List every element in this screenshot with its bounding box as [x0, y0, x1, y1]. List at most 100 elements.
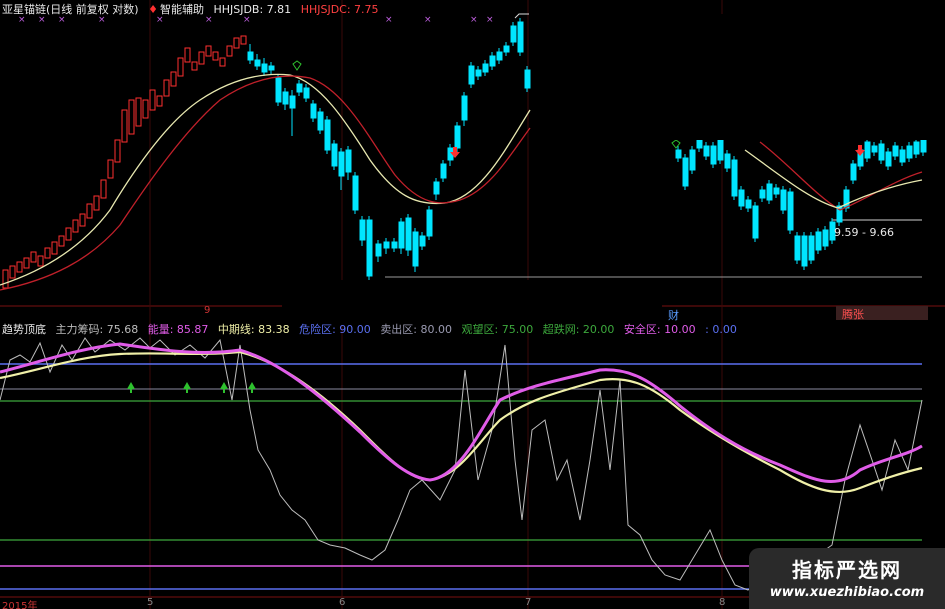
candle-body [9, 265, 16, 279]
candle-body [240, 35, 247, 45]
candle-body [517, 21, 524, 53]
candle-body [913, 141, 920, 155]
candle-body [780, 189, 787, 211]
candle-body [149, 89, 156, 111]
candle-body [93, 195, 100, 211]
candle-body [310, 103, 317, 119]
x-axis-label: 6 [339, 597, 346, 608]
x-marker: × [486, 15, 494, 25]
candle-body [114, 139, 121, 163]
candle-body [254, 59, 261, 67]
hhjsjdb-value: HHJSJDB: 7.81 [213, 3, 292, 16]
energy-value: 能量: 85.87 [147, 323, 209, 336]
redacted-area [534, 14, 945, 140]
x-axis-label: 8 [719, 597, 726, 608]
candle-body [412, 231, 419, 267]
candle-body [703, 145, 710, 157]
candle-body [503, 45, 510, 53]
candle-body [212, 51, 219, 61]
candle-body [433, 181, 440, 195]
candle-body [289, 95, 296, 109]
watermark-url: www.xuezhibiao.com [769, 585, 925, 600]
candle-body [163, 79, 170, 97]
candle-body [44, 247, 51, 259]
x-axis-label: 9 [204, 305, 211, 316]
candle-body [58, 235, 65, 247]
candle-body [366, 219, 373, 277]
x-axis-label: 7 [525, 597, 532, 608]
candle-body [170, 71, 177, 87]
candle-body [878, 143, 885, 161]
x-marker: × [424, 15, 432, 25]
candle-body [383, 241, 390, 249]
candle-body [261, 63, 268, 73]
candle-body [121, 109, 128, 143]
diamond-icon: ♦ [148, 3, 158, 16]
peak-marker-icon [292, 60, 302, 71]
price-range-label: 9.59 - 9.66 [834, 226, 894, 239]
main-chips-value: 主力筹码: 75.68 [55, 323, 139, 336]
candle-body [419, 235, 426, 247]
candle-body [23, 257, 30, 269]
chart-period: (日线 前复权 对数) [46, 3, 139, 16]
candle-body [773, 187, 780, 195]
candle-body [461, 95, 468, 121]
mid-trend-value: 中期线: 83.38 [217, 323, 290, 336]
high-price-marker [514, 13, 529, 19]
candle-body [128, 99, 135, 135]
candle-body [296, 83, 303, 93]
x-marker: × [470, 15, 478, 25]
candle-body [191, 61, 198, 71]
candle-body [282, 91, 289, 105]
oversold-zone-value: 超跌网: 20.00 [542, 323, 615, 336]
watermark-title: 指标严选网 [792, 558, 902, 582]
candle-body [689, 149, 696, 171]
candle-body [184, 47, 191, 63]
candle-body [142, 99, 149, 119]
candle-body [219, 57, 226, 67]
candle-body [398, 221, 405, 249]
candle-body [710, 145, 717, 165]
candle-body [233, 37, 240, 49]
oscillator-panel-header: 趋势顶底 主力筹码: 75.68 能量: 85.87 中期线: 83.38 危险… [2, 321, 743, 337]
candle-body [338, 151, 345, 177]
candle-body [345, 149, 352, 173]
candle-body [920, 139, 927, 153]
candle-body [303, 87, 310, 99]
candle-body [375, 243, 382, 257]
candle-body [724, 153, 731, 169]
buy-signal-markers [127, 382, 256, 393]
candle-body [205, 45, 212, 57]
x-axis-label: 2015年 [2, 601, 38, 609]
candle-body [510, 25, 517, 43]
price-panel-header: 亚星锚链(日线 前复权 对数) ♦ 智能辅助 HHJSJDB: 7.81 HHJS… [2, 1, 385, 17]
candle-body [717, 139, 724, 161]
candle-body [850, 163, 857, 181]
candle-body [79, 213, 86, 227]
candle-body [871, 145, 878, 153]
candle-body [475, 69, 482, 77]
candle-body [801, 235, 808, 267]
candle-body [16, 261, 23, 273]
candle-body [454, 125, 461, 149]
oscillator-name: 趋势顶底 [2, 323, 46, 336]
candle-body [135, 97, 142, 127]
candle-body [331, 143, 338, 167]
x-axis-label: 5 [147, 597, 154, 608]
candle-body [86, 203, 93, 219]
candle-body [815, 231, 822, 251]
zero-line-value: : 0.00 [705, 323, 737, 336]
candle-body [317, 111, 324, 131]
candle-body [440, 163, 447, 179]
candle-body [745, 199, 752, 209]
candle-body [794, 235, 801, 261]
candle-body [885, 151, 892, 167]
candle-body [405, 217, 412, 251]
buy-arrow-icon [248, 382, 256, 393]
candle-body [738, 189, 745, 207]
candle-body [2, 269, 9, 289]
event-label-teng: 腾张 [836, 306, 928, 321]
buy-arrow-icon [183, 382, 191, 393]
candle-body [156, 95, 163, 107]
candle-body [731, 159, 738, 197]
